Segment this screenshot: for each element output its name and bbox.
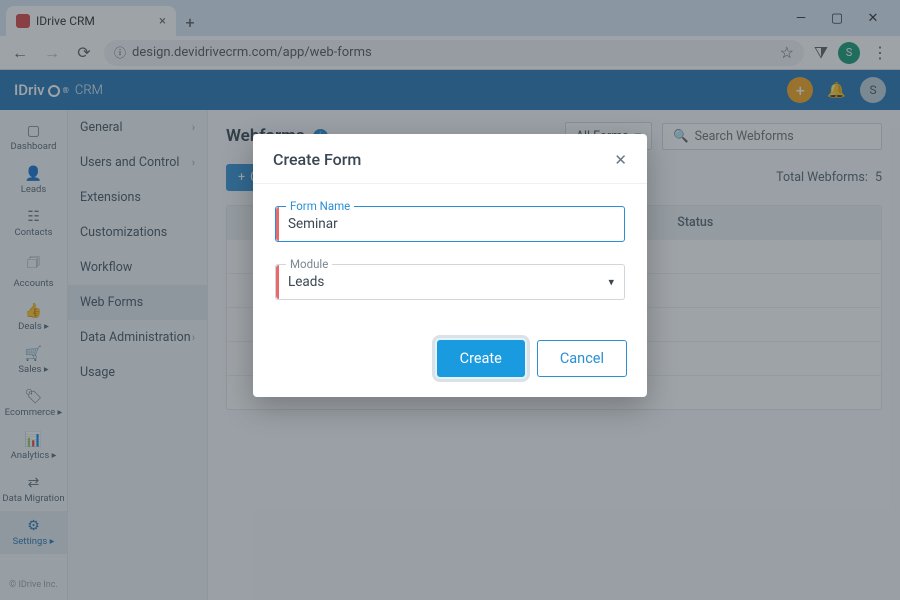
form-name-field[interactable]: Form Name	[275, 206, 625, 242]
create-form-modal: Create Form ✕ Form Name Module Leads ▾ C…	[253, 134, 647, 397]
form-name-label: Form Name	[286, 199, 354, 213]
required-indicator	[276, 265, 279, 299]
cancel-button[interactable]: Cancel	[537, 340, 627, 377]
create-button[interactable]: Create	[437, 340, 525, 377]
required-indicator	[276, 207, 279, 241]
module-field[interactable]: Module Leads ▾	[275, 264, 625, 300]
module-label: Module	[286, 257, 332, 271]
modal-title: Create Form	[273, 150, 361, 169]
modal-overlay[interactable]: Create Form ✕ Form Name Module Leads ▾ C…	[0, 0, 900, 600]
close-icon[interactable]: ✕	[614, 151, 627, 169]
